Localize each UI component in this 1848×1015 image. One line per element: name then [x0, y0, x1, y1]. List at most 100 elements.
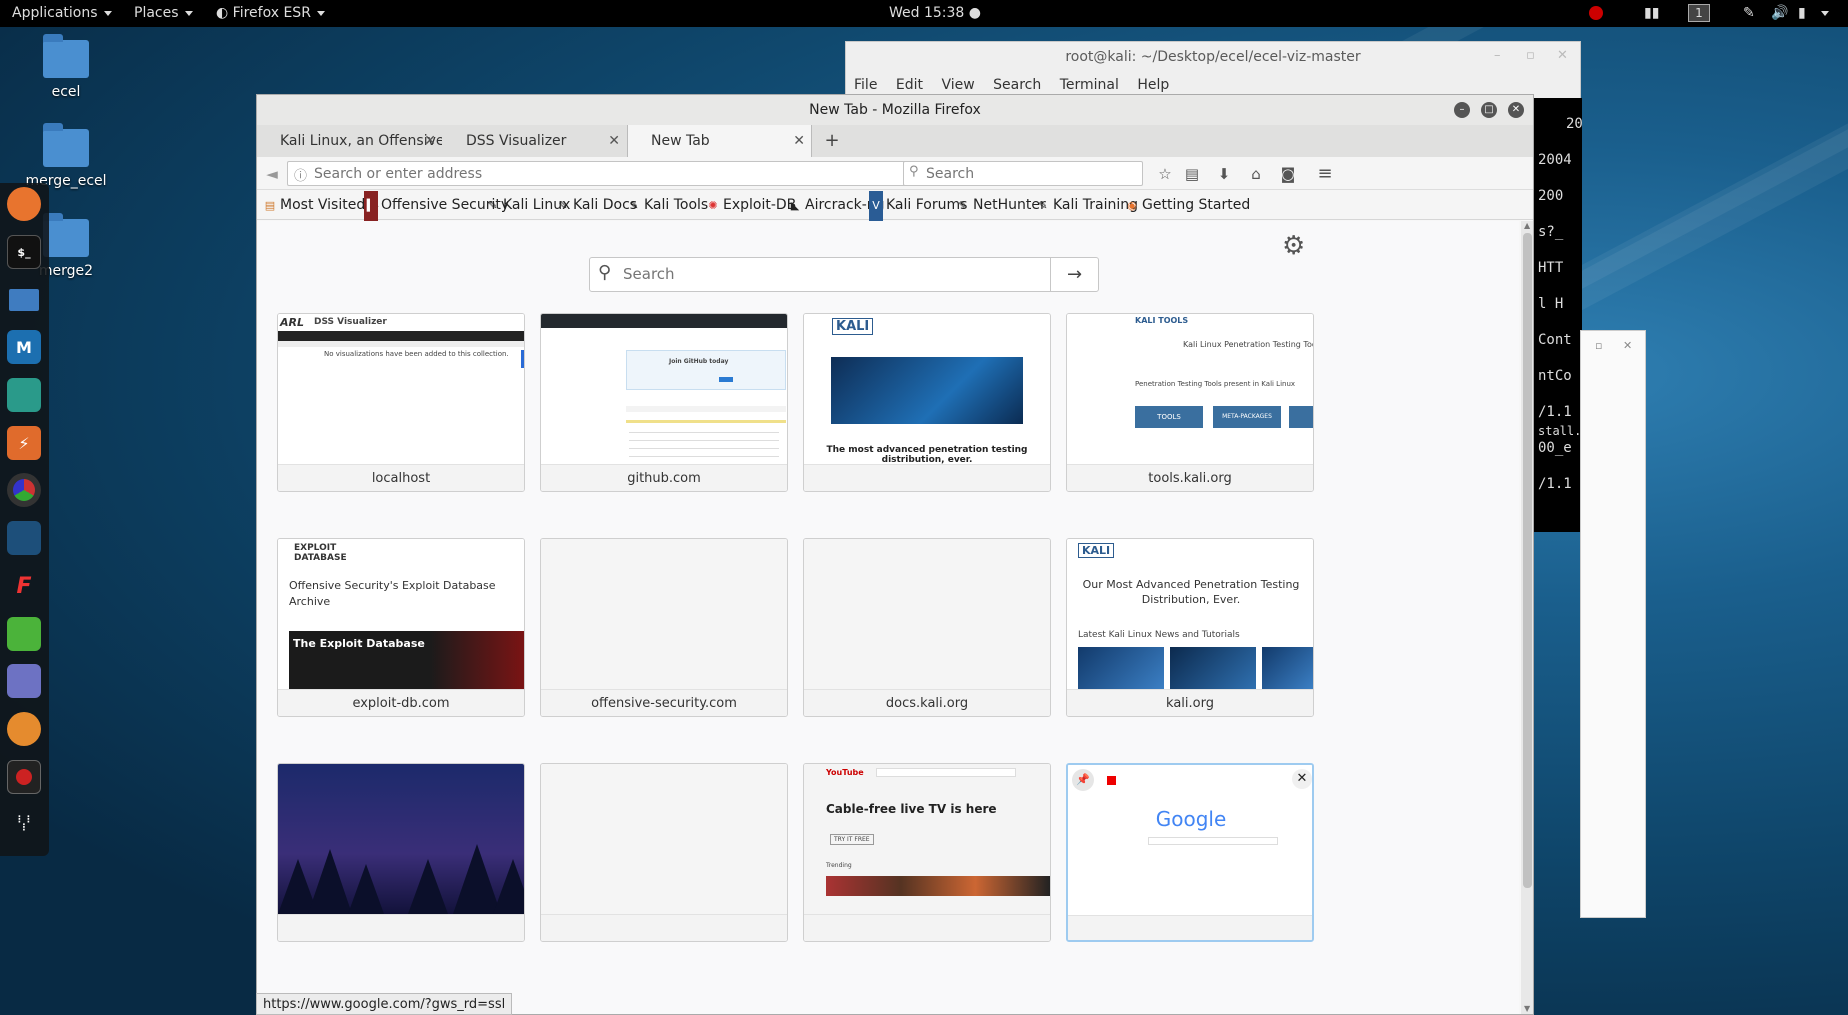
- kali-logo: KALI: [1078, 543, 1115, 558]
- tab-close-icon[interactable]: ✕: [608, 125, 620, 157]
- menu-icon[interactable]: ≡: [1314, 163, 1336, 185]
- top-site-tile[interactable]: Join GitHub today github.com: [540, 313, 788, 492]
- terminal-menu-help[interactable]: Help: [1137, 77, 1169, 93]
- maximize-button[interactable]: □: [1481, 102, 1497, 118]
- bookmark-kali-docs[interactable]: ✎ Kali Docs: [556, 190, 637, 220]
- terminal-menu-view[interactable]: View: [941, 77, 974, 93]
- recorder-icon[interactable]: [7, 760, 41, 794]
- tab-close-icon[interactable]: ✕: [793, 125, 805, 157]
- bookmark-star-icon[interactable]: ☆: [1154, 163, 1176, 185]
- maltego-icon[interactable]: [7, 521, 41, 555]
- terminal-maximize-button[interactable]: ▫: [1526, 48, 1535, 63]
- top-site-tile[interactable]: KALI The most advanced penetration testi…: [803, 313, 1051, 492]
- remove-tile-icon[interactable]: ✕: [1292, 769, 1312, 789]
- terminal-menu-file[interactable]: File: [854, 77, 877, 93]
- leafpad-icon[interactable]: [7, 617, 41, 651]
- desktop-folder-merge-ecel[interactable]: merge_ecel: [21, 123, 111, 189]
- bookmark-kali-tools[interactable]: ✎ Kali Tools: [627, 190, 708, 220]
- workspace-indicator[interactable]: 1: [1688, 0, 1710, 27]
- video-icon[interactable]: ▮▮: [1644, 0, 1659, 27]
- new-tab-button[interactable]: +: [819, 125, 845, 157]
- network-icon[interactable]: ✎: [1743, 0, 1755, 27]
- top-site-tile[interactable]: KALI Our Most Advanced Penetration Testi…: [1066, 538, 1314, 717]
- tile-thumbnail: EXPLOIT DATABASE Offensive Security's Ex…: [278, 539, 524, 689]
- clock[interactable]: Wed 15:38 ●: [889, 0, 981, 27]
- kali-dragon-icon: ✎: [558, 199, 568, 212]
- settings-gear-icon[interactable]: ⚙: [1282, 231, 1305, 261]
- bookmark-kali-forums[interactable]: V Kali Forums: [869, 190, 967, 221]
- terminal-minimize-button[interactable]: –: [1494, 48, 1501, 63]
- downloads-icon[interactable]: ⬇: [1213, 163, 1235, 185]
- firefox-window[interactable]: New Tab - Mozilla Firefox – □ ✕ Kali Lin…: [256, 94, 1534, 1015]
- battery-icon[interactable]: ▮: [1798, 0, 1806, 27]
- newtab-search-box[interactable]: ⚲ →: [589, 257, 1099, 292]
- background-window-close-button[interactable]: ✕: [1623, 339, 1632, 352]
- reading-list-icon[interactable]: ▤: [1181, 163, 1203, 185]
- tile-thumbnail: KALI Our Most Advanced Penetration Testi…: [1067, 539, 1313, 689]
- desktop-folder-ecel[interactable]: ecel: [21, 34, 111, 100]
- top-site-tile[interactable]: docs.kali.org: [803, 538, 1051, 717]
- burpsuite-icon[interactable]: ⚡: [7, 426, 41, 460]
- terminal-menu-edit[interactable]: Edit: [896, 77, 923, 93]
- background-window[interactable]: ▫ ✕: [1580, 330, 1646, 918]
- top-site-tile[interactable]: [540, 763, 788, 942]
- applications-menu[interactable]: Applications: [12, 0, 112, 27]
- firefox-icon[interactable]: [7, 187, 41, 221]
- back-button[interactable]: ◄: [261, 163, 283, 185]
- terminal-menu-terminal[interactable]: Terminal: [1060, 77, 1119, 93]
- top-site-tile[interactable]: [277, 763, 525, 942]
- zenmap-icon[interactable]: [7, 712, 41, 746]
- close-button[interactable]: ✕: [1508, 102, 1524, 118]
- top-site-tile[interactable]: YouTube Cable-free live TV is here TRY I…: [803, 763, 1051, 942]
- top-site-tile[interactable]: 📌 ✕ Google: [1066, 763, 1314, 942]
- show-apps-icon[interactable]: ⋮⋮⋮: [7, 807, 41, 841]
- search-bar[interactable]: ⚲: [903, 161, 1143, 186]
- terminal-close-button[interactable]: ✕: [1557, 48, 1568, 63]
- pin-icon[interactable]: 📌: [1072, 769, 1094, 791]
- scrollbar-thumb[interactable]: [1523, 233, 1532, 888]
- bookmark-nethunter[interactable]: ✎ NetHunter: [956, 190, 1045, 220]
- search-go-button[interactable]: →: [1050, 258, 1098, 291]
- metasploit-icon[interactable]: M: [7, 330, 41, 364]
- places-menu[interactable]: Places: [134, 0, 193, 27]
- tile-thumbnail: YouTube Cable-free live TV is here TRY I…: [804, 764, 1050, 914]
- app-menu[interactable]: ◐ Firefox ESR: [216, 0, 325, 27]
- tile-thumbnail: [804, 539, 1050, 689]
- top-site-tile[interactable]: ARL DSS Visualizer No visualizations hav…: [277, 313, 525, 492]
- armitage-icon[interactable]: [7, 378, 41, 412]
- pocket-icon[interactable]: ◙: [1277, 163, 1299, 185]
- firefox-small-icon: ◐: [216, 5, 233, 21]
- search-input[interactable]: [926, 162, 1136, 185]
- faraday-icon[interactable]: F: [7, 569, 41, 603]
- top-site-tile[interactable]: offensive-security.com: [540, 538, 788, 717]
- tab-kali-linux[interactable]: Kali Linux, an Offensive S...✕: [257, 125, 442, 157]
- bookmark-getting-started[interactable]: ◉ Getting Started: [1125, 190, 1250, 220]
- notes-icon[interactable]: [7, 664, 41, 698]
- newtab-search-input[interactable]: [623, 265, 1043, 283]
- volume-icon[interactable]: 🔊: [1771, 0, 1788, 27]
- bookmark-exploit-db[interactable]: ✺ Exploit-DB: [706, 190, 796, 220]
- tab-close-icon[interactable]: ✕: [424, 125, 436, 157]
- kali-dragon-banner: [831, 357, 1023, 424]
- beef-icon[interactable]: [7, 473, 41, 507]
- terminal-output[interactable]: 20 2004 200 s?_ HTT l H Cont ntCo /1.1 s…: [1532, 98, 1583, 532]
- terminal-menu-search[interactable]: Search: [993, 77, 1041, 93]
- top-site-tile[interactable]: KALI TOOLS Kali Linux Penetration Testin…: [1066, 313, 1314, 492]
- top-site-tile[interactable]: EXPLOIT DATABASE Offensive Security's Ex…: [277, 538, 525, 717]
- terminal-icon[interactable]: $_: [7, 235, 41, 269]
- bookmark-kali-training[interactable]: ✎ Kali Training: [1036, 190, 1138, 220]
- minimize-button[interactable]: –: [1454, 102, 1470, 118]
- background-window-maximize-button[interactable]: ▫: [1595, 339, 1602, 352]
- home-icon[interactable]: ⌂: [1245, 163, 1267, 185]
- system-menu[interactable]: [1815, 0, 1829, 27]
- tab-new-tab[interactable]: New Tab ✕: [627, 125, 812, 157]
- scrollbar[interactable]: ▲ ▼: [1521, 221, 1533, 1014]
- new-tab-page: ⚙ ⚲ → ARL DSS Visualizer No visualizatio…: [257, 221, 1519, 1014]
- tile-thumbnail: KALI TOOLS Kali Linux Penetration Testin…: [1067, 314, 1313, 464]
- record-indicator-icon[interactable]: [1589, 0, 1603, 27]
- files-icon[interactable]: [7, 283, 41, 317]
- tile-label: [804, 914, 1050, 941]
- info-icon[interactable]: ⓘ: [294, 165, 307, 184]
- offsec-icon: ▍: [364, 191, 378, 221]
- tab-dss-visualizer[interactable]: DSS Visualizer ✕: [443, 125, 626, 157]
